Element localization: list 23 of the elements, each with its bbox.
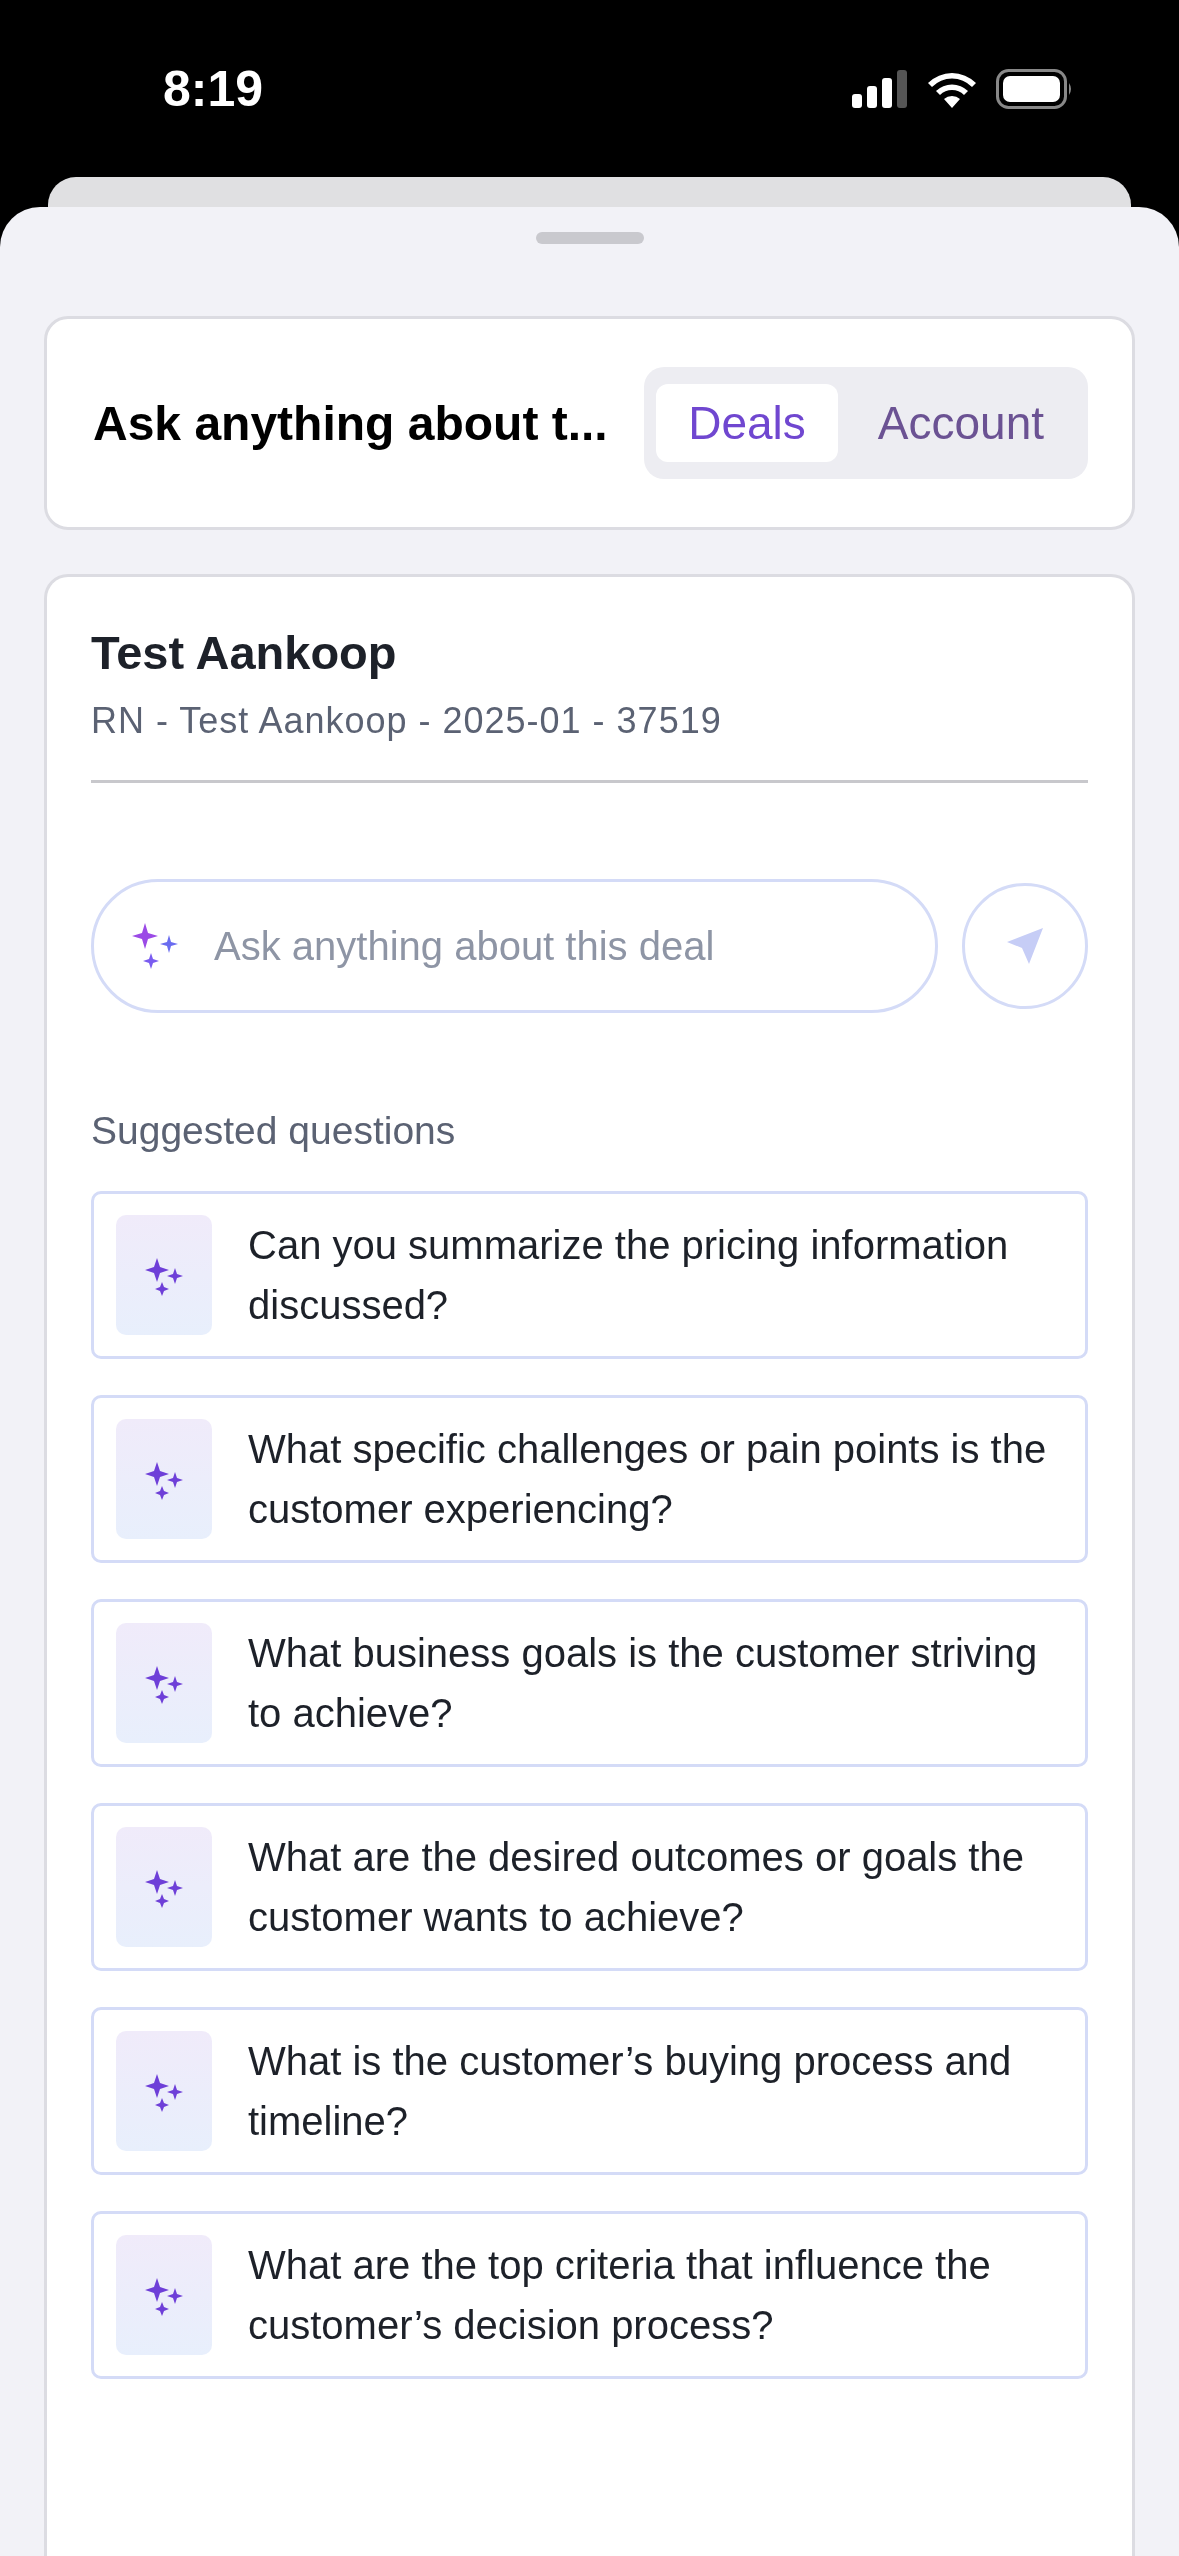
sparkle-icon bbox=[116, 2235, 212, 2355]
sparkle-icon bbox=[116, 1623, 212, 1743]
suggested-question[interactable]: What specific challenges or pain points is the customer experiencing? bbox=[91, 1395, 1088, 1563]
sparkle-icon bbox=[116, 1419, 212, 1539]
signal-icon bbox=[852, 69, 908, 108]
tab[interactable]: Deals bbox=[656, 384, 838, 462]
suggested-question[interactable]: What are the top criteria that influence the customer’s decision process? bbox=[91, 2211, 1088, 2379]
tab[interactable]: Account bbox=[845, 384, 1076, 462]
sparkle-icon bbox=[116, 1215, 212, 1335]
drag-handle[interactable] bbox=[535, 232, 644, 244]
battery-icon bbox=[996, 68, 1074, 109]
sparkle-icon bbox=[116, 1827, 212, 1947]
ask-field[interactable]: Ask anything about this deal bbox=[91, 879, 938, 1013]
suggested-question[interactable]: What are the desired outcomes or goals the customer wants to achieve? bbox=[91, 1803, 1088, 1971]
suggested-question[interactable]: What business goals is the customer striving to achieve? bbox=[91, 1599, 1088, 1767]
sparkle-icon bbox=[116, 2031, 212, 2151]
suggested-question[interactable]: Can you summarize the pricing information discussed? bbox=[91, 1191, 1088, 1359]
header-title: Ask anything about t... bbox=[93, 395, 608, 451]
section-heading: Suggested questions bbox=[91, 1109, 457, 1153]
status-time: 8:19 bbox=[163, 59, 264, 118]
suggested-question[interactable]: What is the customer’s buying process and timeline? bbox=[91, 2007, 1088, 2175]
deal-subtitle: RN - Test Aankoop - 2025-01 - 37519 bbox=[91, 700, 723, 742]
deal-title: Test Aankoop bbox=[91, 625, 398, 680]
